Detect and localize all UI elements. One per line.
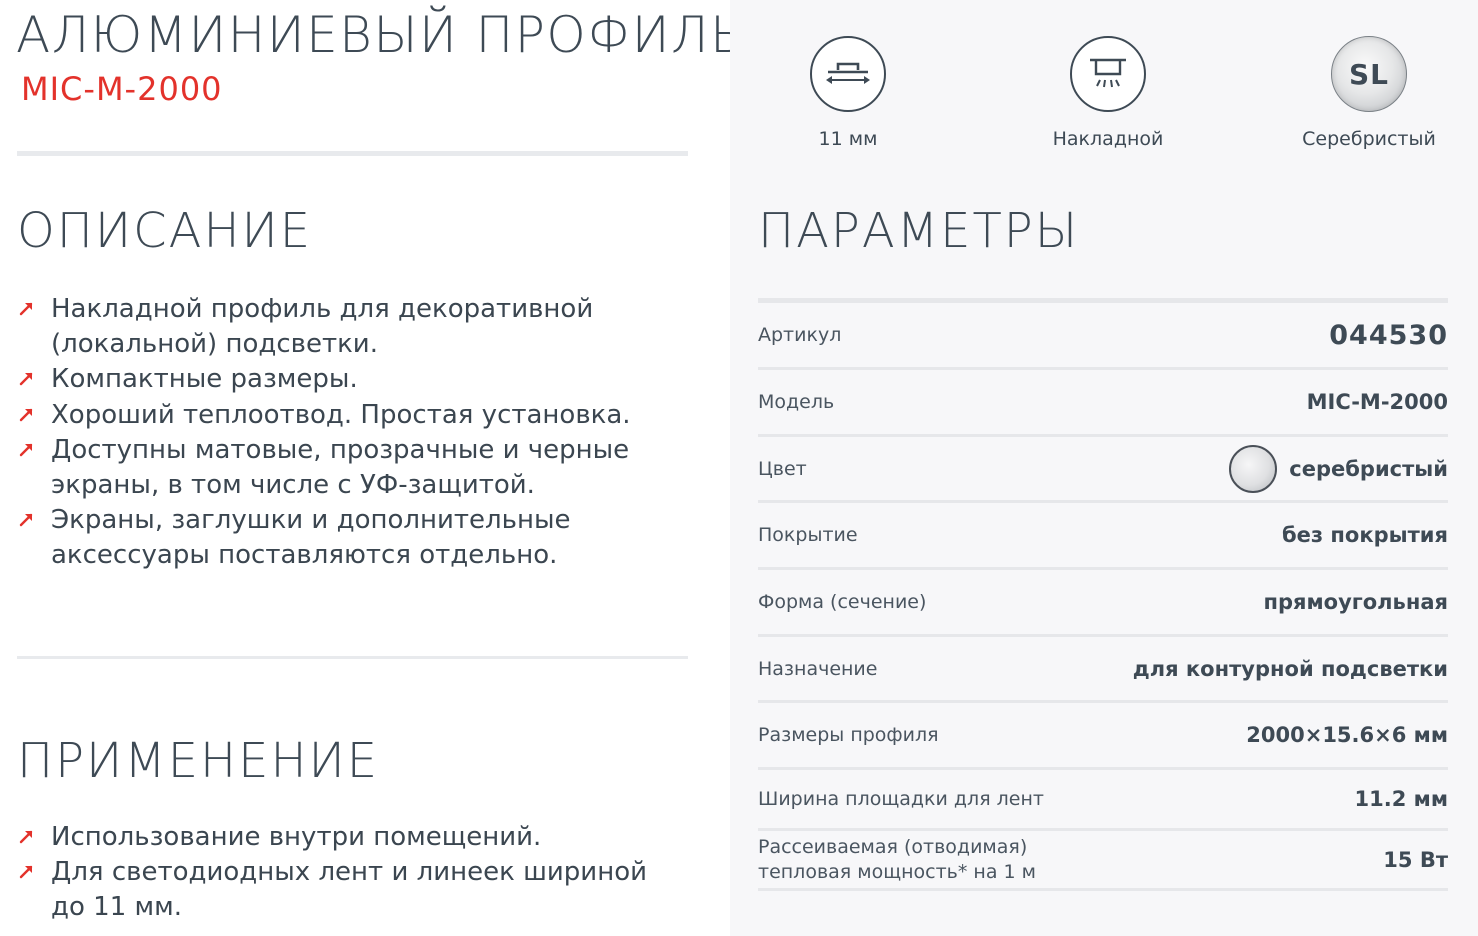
red-arrow-icon [19,373,33,386]
red-arrow-icon [19,830,33,844]
silver-swatch-icon [1229,444,1278,493]
param-label: Покрытие [758,524,858,546]
param-value: 15 Вт [1383,847,1448,872]
list-item-text: Для светодиодных лент и линеек шириной д… [51,857,647,923]
param-row-dimensions: Размеры профиля 2000×15.6×6 мм [758,703,1448,770]
param-value: MIC-M-2000 [1306,390,1448,414]
description-heading: ОПИСАНИЕ [17,203,313,259]
description-list: Накладной профиль для декоративной (лока… [18,292,658,574]
param-row-article: Артикул 044530 [758,303,1448,370]
param-value: без покрытия [1281,523,1448,547]
feature-label: Серебристый [1302,128,1436,150]
param-row-heat: Рассеиваемая (отводимая) тепловая мощнос… [758,831,1448,891]
param-row-shape: Форма (сечение) прямоугольная [758,570,1448,637]
list-item-text: Доступны матовые, прозрачные и черные эк… [51,434,630,501]
param-label: Рассеиваемая (отводимая) тепловая мощнос… [758,835,1036,885]
feature-mount: Накладной [1018,36,1198,150]
feature-color: SL Серебристый [1279,36,1459,150]
list-item: Хороший теплоотвод. Простая установка. [18,398,658,433]
list-item-text: Хороший теплоотвод. Простая установка. [51,399,631,430]
application-list: Использование внутри помещений. Для свет… [18,820,658,926]
param-row-coating: Покрытие без покрытия [758,503,1448,570]
red-arrow-icon [19,514,33,527]
param-label: Размеры профиля [758,724,939,746]
param-value: серебристый [1289,456,1448,481]
page-title: АЛЮМИНИЕВЫЙ ПРОФИЛЬ [16,6,746,64]
param-row-model: Модель MIC-M-2000 [758,370,1448,437]
param-label-line: тепловая мощность* на 1 м [758,860,1036,883]
param-row-color: Цвет серебристый [758,437,1448,503]
right-column: 11 мм Накладной SL Серебристый ПАРАМЕТРЫ… [730,0,1478,936]
list-item-text: Накладной профиль для декоративной (лока… [51,294,594,360]
param-label: Артикул [758,324,842,346]
list-item: Использование внутри помещений. [18,820,658,855]
divider [17,151,688,156]
param-value: прямоугольная [1263,590,1448,614]
param-label: Форма (сечение) [758,591,927,613]
list-item: Экраны, заглушки и дополнительные аксесс… [18,503,658,573]
list-item: Компактные размеры. [18,362,658,397]
feature-label: Накладной [1052,128,1164,150]
list-item-text: Использование внутри помещений. [51,822,542,852]
param-label: Ширина площадки для лент [758,788,1044,810]
list-item-text: Экраны, заглушки и дополнительные аксесс… [51,505,571,571]
list-item-text: Компактные размеры. [51,364,358,395]
product-model: MIC-M-2000 [21,70,223,108]
param-label: Цвет [758,457,807,480]
param-label: Модель [758,391,835,413]
silver-color-icon: SL [1331,36,1407,112]
surface-mount-icon [1070,36,1146,112]
param-value-wrap: серебристый [1229,444,1448,493]
param-label-line: Рассеиваемая (отводимая) [758,835,1028,858]
divider [17,656,688,659]
list-item: Доступны матовые, прозрачные и черные эк… [18,433,658,503]
param-value: 2000×15.6×6 мм [1246,723,1448,747]
list-item: Накладной профиль для декоративной (лока… [18,292,658,362]
color-code: SL [1348,57,1389,91]
red-arrow-icon [19,443,33,457]
feature-label: 11 мм [818,128,878,150]
width-icon [810,36,886,112]
param-value: 11.2 мм [1354,787,1448,811]
param-value: для контурной подсветки [1132,656,1448,681]
red-arrow-icon [19,408,33,421]
param-row-purpose: Назначение для контурной подсветки [758,637,1448,703]
param-value: 044530 [1329,319,1448,351]
feature-width: 11 мм [758,36,938,150]
left-column: АЛЮМИНИЕВЫЙ ПРОФИЛЬ MIC-M-2000 ОПИСАНИЕ … [0,0,744,936]
list-item: Для светодиодных лент и линеек шириной д… [18,855,658,925]
param-label: Назначение [758,657,878,680]
red-arrow-icon [19,866,33,879]
red-arrow-icon [19,302,33,316]
application-heading: ПРИМЕНЕНИЕ [17,733,380,789]
param-row-tape-width: Ширина площадки для лент 11.2 мм [758,770,1448,831]
parameters-heading: ПАРАМЕТРЫ [758,203,1080,259]
